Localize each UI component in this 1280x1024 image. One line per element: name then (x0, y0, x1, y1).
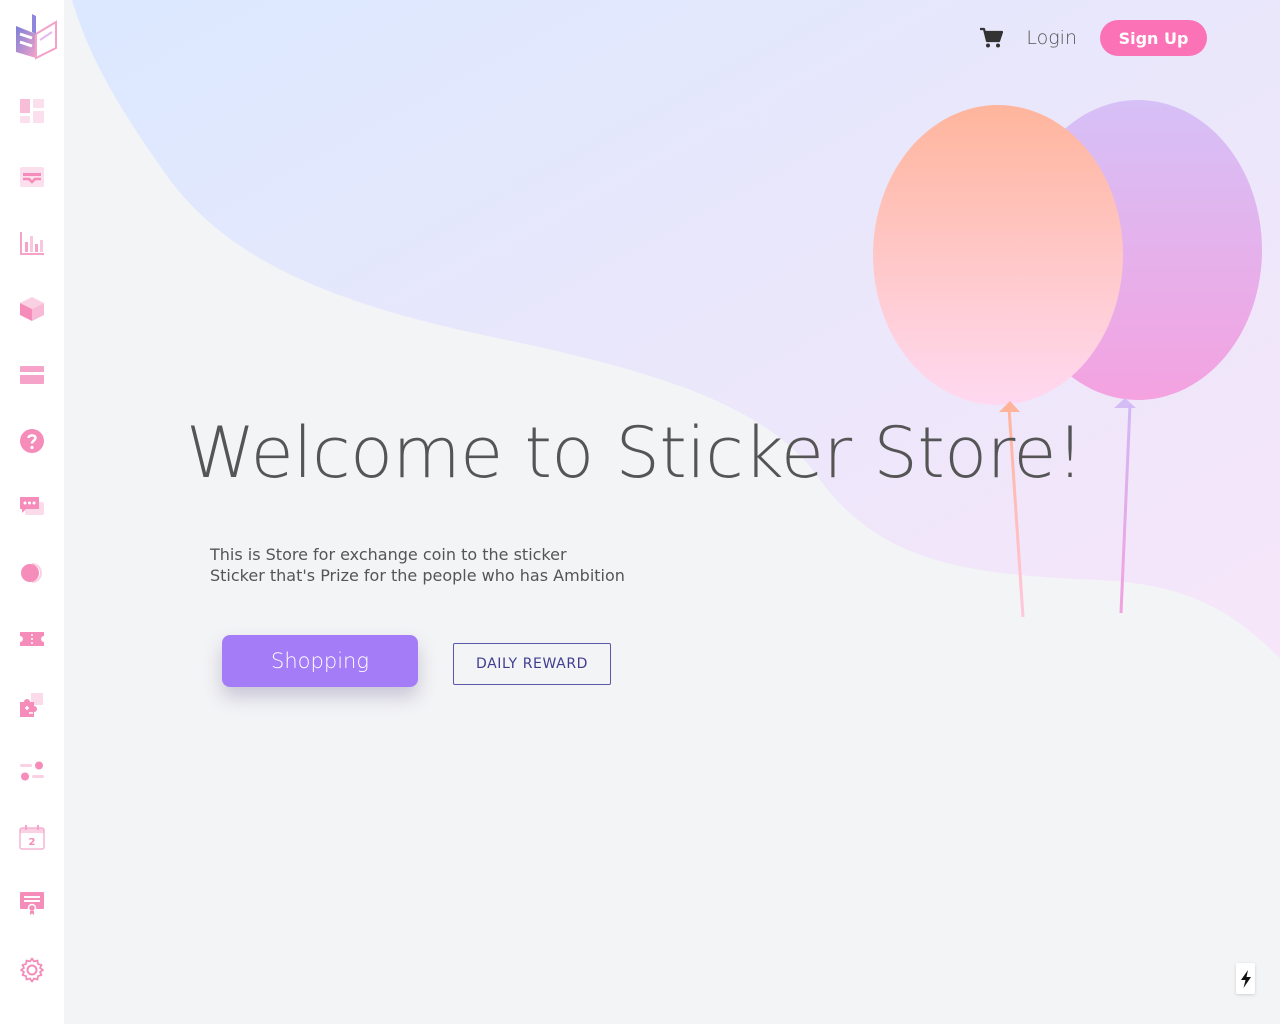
balloons-illustration (873, 100, 1262, 618)
sidebar-item-dashboard[interactable] (16, 95, 48, 127)
lightning-icon (1240, 969, 1251, 988)
floating-action-button[interactable] (1236, 963, 1255, 994)
inbox-icon (20, 167, 44, 187)
hero-description: This is Store for exchange coin to the s… (210, 544, 625, 586)
shopping-cart-icon (980, 27, 1004, 48)
dashboard-icon (20, 99, 44, 123)
top-bar: Login Sign Up (978, 20, 1207, 56)
sidebar-item-tickets[interactable] (16, 623, 48, 655)
cube-icon (20, 297, 44, 321)
hero-description-line-2: Sticker that's Prize for the people who … (210, 566, 625, 585)
hero-description-line-1: This is Store for exchange coin to the s… (210, 545, 567, 564)
brand-logo[interactable] (14, 12, 58, 60)
sidebar-item-settings[interactable] (16, 954, 48, 986)
chat-icon (20, 497, 44, 515)
settings-sliders-icon (20, 761, 44, 781)
sidebar-item-calendar[interactable]: 2 (16, 821, 48, 853)
sidebar-item-filters[interactable] (16, 755, 48, 787)
sidebar-item-analytics[interactable] (16, 227, 48, 259)
cart-button[interactable] (978, 25, 1004, 51)
sidebar-item-billing[interactable] (16, 359, 48, 391)
sidebar-item-messages[interactable] (16, 491, 48, 523)
daily-reward-button[interactable]: DAILY REWARD (453, 643, 611, 685)
sidebar-item-inbox[interactable] (16, 161, 48, 193)
page-title: Welcome to Sticker Store! (186, 412, 1084, 494)
sidebar-item-toggle[interactable] (16, 557, 48, 589)
toggle-icon (21, 563, 42, 583)
credit-card-icon (20, 366, 44, 384)
sidebar-item-extensions[interactable] (16, 689, 48, 721)
login-link[interactable]: Login (1026, 27, 1077, 49)
peach-balloon (873, 105, 1123, 405)
shopping-button[interactable]: Shopping (222, 635, 418, 687)
help-icon (20, 429, 44, 453)
signup-button[interactable]: Sign Up (1100, 20, 1207, 56)
puzzle-icon (20, 693, 43, 717)
app: 2 Login Sign Up Welcome to Sticker Store… (0, 0, 1280, 1024)
sidebar-item-help[interactable] (16, 425, 48, 457)
bar-chart-icon (20, 232, 44, 255)
gear-icon (20, 957, 44, 983)
calendar-icon: 2 (19, 825, 45, 850)
sidebar-item-products[interactable] (16, 293, 48, 325)
ticket-icon (20, 632, 44, 646)
sidebar-item-certificates[interactable] (16, 887, 48, 919)
sidebar: 2 (0, 0, 64, 1024)
calendar-day: 2 (29, 837, 36, 848)
certificate-icon (20, 892, 44, 915)
